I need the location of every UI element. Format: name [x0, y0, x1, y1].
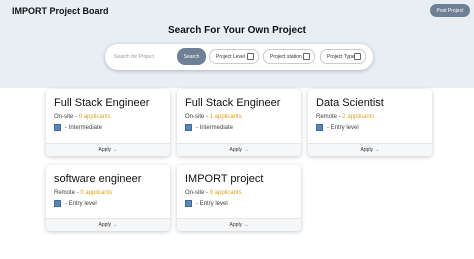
card-footer: Apply →: [177, 143, 301, 156]
card-level: - Intermediate: [54, 124, 102, 131]
card-meta: On-site - 1 applicants: [185, 114, 242, 120]
card-level: - Entry level: [54, 200, 97, 207]
card-location: Remote: [54, 190, 76, 196]
filter-label: Project station: [270, 53, 302, 60]
card-footer: Apply →: [177, 218, 301, 231]
apply-button[interactable]: Apply →: [361, 147, 380, 153]
card-meta: On-site - 0 applicants: [54, 114, 111, 120]
project-card: Data Scientist Remote - 2 applicants - E…: [308, 89, 432, 156]
card-level-text: Intermediate: [68, 124, 103, 131]
card-level-text: Entry level: [68, 200, 97, 207]
card-location: On-site: [54, 114, 74, 120]
filter-project-type[interactable]: Project Type: [320, 49, 366, 64]
card-level: - Intermediate: [185, 124, 233, 131]
level-icon: [316, 124, 323, 131]
card-meta: On-site - 0 applicants: [185, 190, 242, 196]
search-bar: Search Project Level Project station Pro…: [105, 44, 373, 70]
level-icon: [185, 200, 192, 207]
apply-button[interactable]: Apply →: [99, 147, 118, 153]
brand-title[interactable]: IMPORT Project Board: [12, 6, 109, 16]
search-input[interactable]: [114, 52, 176, 62]
card-level-text: Entry level: [330, 124, 359, 131]
project-card: software engineer Remote - 0 applicants …: [46, 165, 170, 231]
card-level-text: Intermediate: [199, 124, 234, 131]
card-meta: Remote - 2 applicants: [316, 114, 375, 120]
card-location: On-site: [185, 190, 205, 196]
apply-button[interactable]: Apply →: [99, 222, 118, 228]
post-project-button[interactable]: Post Project: [430, 4, 470, 17]
filter-label: Project Type: [327, 53, 355, 60]
card-title: software engineer: [54, 173, 142, 185]
hero-banner: IMPORT Project Board Post Project Search…: [0, 0, 474, 88]
card-level-text: Entry level: [199, 200, 228, 207]
card-title: IMPORT project: [185, 173, 264, 185]
apply-button[interactable]: Apply →: [230, 147, 249, 153]
card-applicants: 0 applicants: [209, 190, 242, 196]
card-location: On-site: [185, 114, 205, 120]
card-footer: Apply →: [46, 218, 170, 231]
card-applicants: 0 applicants: [80, 190, 113, 196]
card-meta: Remote - 0 applicants: [54, 190, 113, 196]
level-icon: [54, 124, 61, 131]
filter-label: Project Level: [216, 53, 245, 60]
filter-project-station[interactable]: Project station: [263, 49, 315, 64]
card-applicants: 0 applicants: [78, 114, 111, 120]
search-button[interactable]: Search: [177, 48, 206, 65]
project-card: Full Stack Engineer On-site - 1 applican…: [177, 89, 301, 156]
card-title: Full Stack Engineer: [54, 97, 150, 109]
project-card: IMPORT project On-site - 0 applicants - …: [177, 165, 301, 231]
card-footer: Apply →: [46, 143, 170, 156]
level-icon: [185, 124, 192, 131]
card-level: - Entry level: [316, 124, 359, 131]
card-level: - Entry level: [185, 200, 228, 207]
checkbox-icon[interactable]: [247, 53, 254, 60]
card-footer: Apply →: [308, 143, 432, 156]
checkbox-icon[interactable]: [354, 53, 361, 60]
apply-button[interactable]: Apply →: [230, 222, 249, 228]
filter-project-level[interactable]: Project Level: [209, 49, 259, 64]
level-icon: [54, 200, 61, 207]
card-applicants: 2 applicants: [342, 114, 375, 120]
card-title: Full Stack Engineer: [185, 97, 281, 109]
card-applicants: 1 applicants: [209, 114, 242, 120]
card-title: Data Scientist: [316, 97, 384, 109]
project-card: Full Stack Engineer On-site - 0 applican…: [46, 89, 170, 156]
checkbox-icon[interactable]: [303, 53, 310, 60]
page-headline: Search For Your Own Project: [168, 25, 306, 36]
card-location: Remote: [316, 114, 338, 120]
